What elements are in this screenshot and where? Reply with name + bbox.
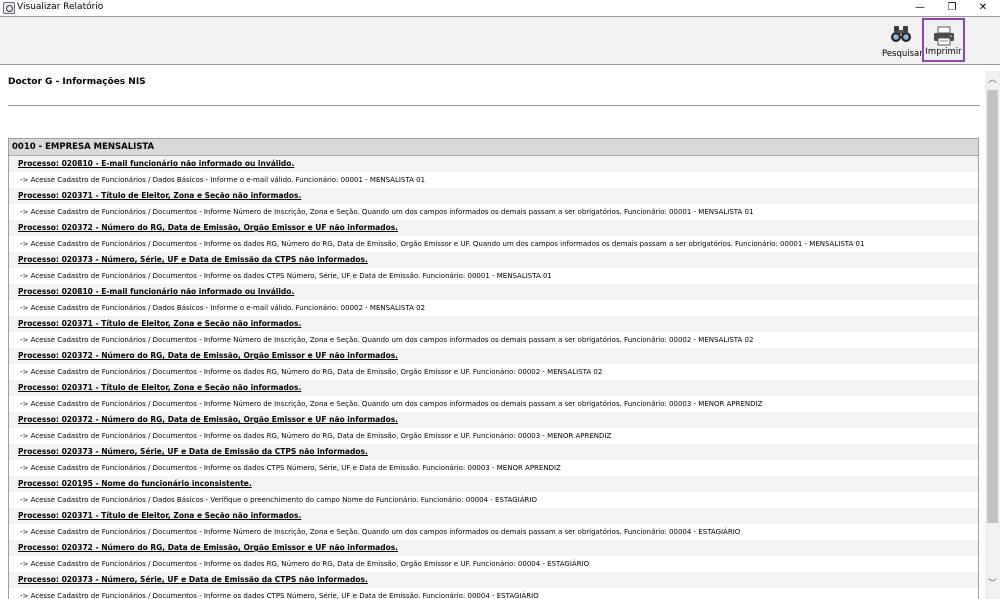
process-row: Processo: 020371 - Título de Eleitor, Zo… <box>9 508 978 524</box>
search-button-label: Pesquisar <box>882 49 923 59</box>
report-rows: Processo: 020810 - E-mail funcionário nã… <box>9 156 978 599</box>
vertical-scrollbar[interactable]: ︿ ﹀ <box>985 71 1000 599</box>
instruction-row: -> Acesse Cadastro de Funcionários / Dad… <box>9 300 978 316</box>
instruction-row: -> Acesse Cadastro de Funcionários / Doc… <box>9 556 978 572</box>
instruction-row: -> Acesse Cadastro de Funcionários / Doc… <box>9 396 978 412</box>
scroll-thumb[interactable] <box>987 90 998 523</box>
report-title: Doctor G - Informações NIS <box>8 77 146 87</box>
process-row: Processo: 020371 - Título de Eleitor, Zo… <box>9 380 978 396</box>
process-row: Processo: 020810 - E-mail funcionário nã… <box>9 284 978 300</box>
instruction-row: -> Acesse Cadastro de Funcionários / Doc… <box>9 428 978 444</box>
print-button-label: Imprimir <box>925 47 962 57</box>
restore-button[interactable]: ❐ <box>938 0 966 16</box>
close-button[interactable]: ✕ <box>969 0 997 16</box>
instruction-row: -> Acesse Cadastro de Funcionários / Doc… <box>9 236 978 252</box>
minimize-button[interactable]: — <box>906 0 934 16</box>
instruction-row: -> Acesse Cadastro de Funcionários / Doc… <box>9 460 978 476</box>
instruction-row: -> Acesse Cadastro de Funcionários / Doc… <box>9 364 978 380</box>
report-view: Doctor G - Informações NIS 0010 - EMPRES… <box>0 65 985 599</box>
process-row: Processo: 020373 - Número, Série, UF e D… <box>9 252 978 268</box>
process-row: Processo: 020373 - Número, Série, UF e D… <box>9 444 978 460</box>
binoculars-icon <box>891 26 911 42</box>
print-button[interactable]: Imprimir <box>922 18 965 62</box>
instruction-row: -> Acesse Cadastro de Funcionários / Dad… <box>9 172 978 188</box>
app-icon <box>3 2 15 14</box>
toolbar: Pesquisar Imprimir <box>0 16 1000 65</box>
process-row: Processo: 020373 - Número, Série, UF e D… <box>9 572 978 588</box>
process-row: Processo: 020372 - Número do RG, Data de… <box>9 348 978 364</box>
instruction-row: -> Acesse Cadastro de Funcionários / Doc… <box>9 268 978 284</box>
process-row: Processo: 020810 - E-mail funcionário nã… <box>9 156 978 172</box>
instruction-row: -> Acesse Cadastro de Funcionários / Doc… <box>9 588 978 599</box>
process-row: Processo: 020195 - Nome do funcionário i… <box>9 476 978 492</box>
process-row: Processo: 020372 - Número do RG, Data de… <box>9 540 978 556</box>
divider <box>8 105 980 106</box>
printer-icon <box>933 26 954 46</box>
instruction-row: -> Acesse Cadastro de Funcionários / Doc… <box>9 204 978 220</box>
report-table: 0010 - EMPRESA MENSALISTA Processo: 0208… <box>8 138 979 599</box>
section-header: 0010 - EMPRESA MENSALISTA <box>9 139 978 156</box>
process-row: Processo: 020371 - Título de Eleitor, Zo… <box>9 316 978 332</box>
instruction-row: -> Acesse Cadastro de Funcionários / Doc… <box>9 524 978 540</box>
process-row: Processo: 020371 - Título de Eleitor, Zo… <box>9 188 978 204</box>
scroll-up-button[interactable]: ︿ <box>985 73 1000 87</box>
search-button[interactable]: Pesquisar <box>882 18 923 62</box>
instruction-row: -> Acesse Cadastro de Funcionários / Dad… <box>9 492 978 508</box>
title-bar: Visualizar Relatório — ❐ ✕ <box>0 0 1000 16</box>
process-row: Processo: 020372 - Número do RG, Data de… <box>9 220 978 236</box>
process-row: Processo: 020372 - Número do RG, Data de… <box>9 412 978 428</box>
window-title: Visualizar Relatório <box>17 2 104 12</box>
scroll-down-button[interactable]: ﹀ <box>985 577 1000 591</box>
instruction-row: -> Acesse Cadastro de Funcionários / Doc… <box>9 332 978 348</box>
